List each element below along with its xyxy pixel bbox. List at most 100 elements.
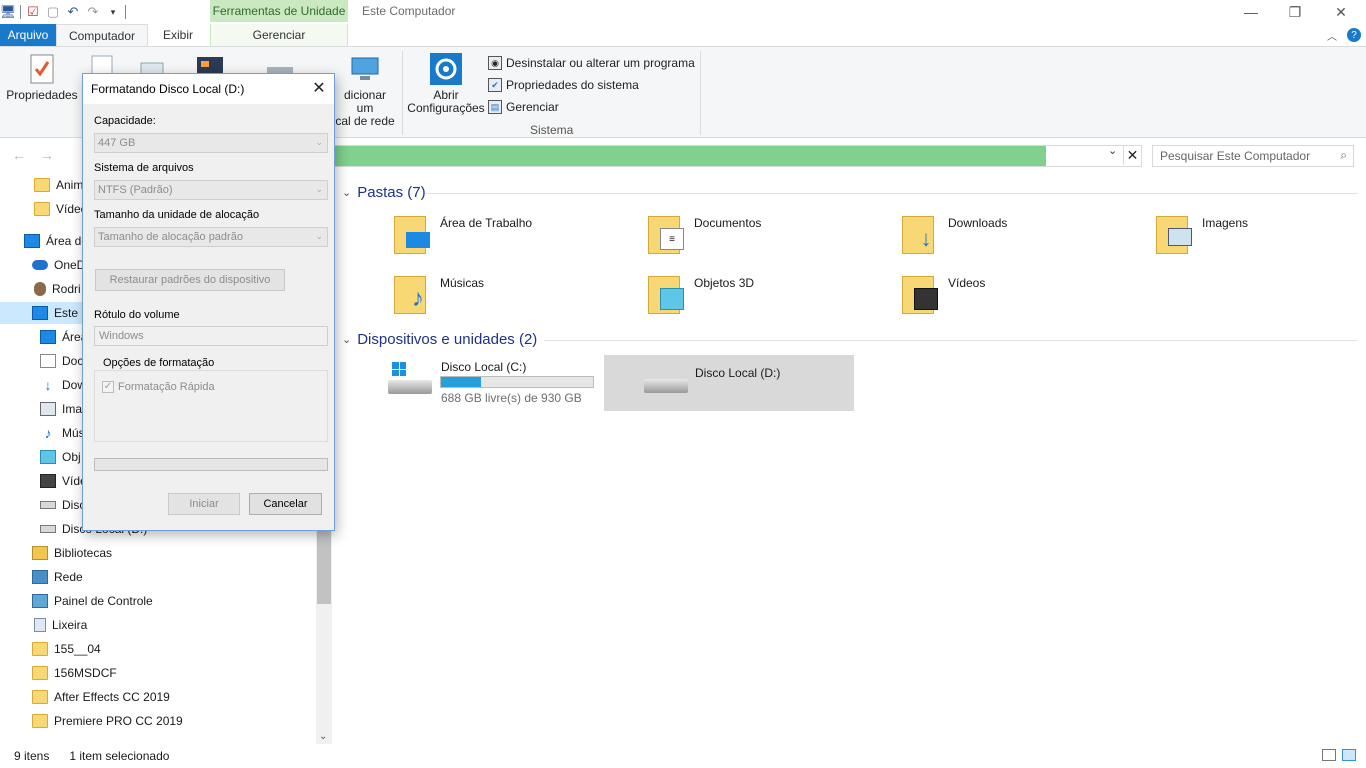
chevron-down-icon: ⌄ xyxy=(315,137,323,147)
folder-icon xyxy=(34,202,50,216)
nav-item-desktop[interactable]: Área xyxy=(40,326,87,348)
nav-item-disk-c[interactable]: Disc xyxy=(40,494,85,516)
address-dropdown-icon[interactable]: ⌄ xyxy=(1108,144,1117,157)
scrollbar-thumb[interactable] xyxy=(317,522,331,604)
close-icon[interactable]: ✕ xyxy=(310,79,328,97)
network-location-icon xyxy=(349,53,381,85)
devices-header-label: Dispositivos e unidades (2) xyxy=(357,330,538,348)
nav-item-label: OneD xyxy=(54,258,86,272)
nav-item-label: Premiere PRO CC 2019 xyxy=(54,714,183,728)
address-bar[interactable] xyxy=(334,145,1142,167)
nav-item-3d-objects[interactable]: Obj xyxy=(40,446,81,468)
nav-item-user[interactable]: Rodri xyxy=(34,278,81,300)
properties-check-icon[interactable]: ☑ xyxy=(25,4,41,20)
search-box[interactable]: ⌕ xyxy=(1152,145,1354,167)
folder-icon: ↓ xyxy=(902,210,940,254)
tab-computer[interactable]: Computador xyxy=(56,24,148,46)
volume-label-input[interactable]: Windows xyxy=(94,326,328,346)
nav-item-desktop-root[interactable]: Área de xyxy=(24,230,88,252)
nav-item-animations[interactable]: Anim xyxy=(34,174,83,196)
cube-icon xyxy=(40,450,56,464)
folder-label: Documentos xyxy=(694,216,762,230)
film-icon xyxy=(40,474,56,488)
folders-section-header[interactable]: ⌄ Pastas (7) xyxy=(342,182,426,202)
nav-item-videos[interactable]: Víde xyxy=(40,470,87,492)
manage-button[interactable]: ▤ Gerenciar xyxy=(488,97,559,117)
forward-arrow-icon[interactable]: → xyxy=(40,147,54,163)
folder-tile-desktop[interactable]: Área de Trabalho xyxy=(394,210,532,264)
allocation-value: Tamanho de alocação padrão xyxy=(98,231,243,243)
folder-tile-pictures[interactable]: Imagens xyxy=(1156,210,1248,264)
customize-toolbar-icon[interactable]: ▾ xyxy=(105,4,121,20)
folder-icon xyxy=(32,666,48,680)
restore-defaults-button[interactable]: Restaurar padrões do dispositivo xyxy=(95,269,285,291)
allocation-label: Tamanho da unidade de alocação xyxy=(94,209,260,221)
uninstall-program-button[interactable]: ◉ Desinstalar ou alterar um programa xyxy=(488,53,695,73)
help-icon[interactable]: ? xyxy=(1346,24,1362,46)
nav-item-premiere[interactable]: Premiere PRO CC 2019 xyxy=(32,710,183,732)
back-arrow-icon[interactable]: ← xyxy=(12,147,26,163)
tiles-view-icon[interactable] xyxy=(1342,749,1356,761)
nav-item-control-panel[interactable]: Painel de Controle xyxy=(32,590,153,612)
nav-item-folder-155[interactable]: 155__04 xyxy=(32,638,101,660)
file-system-select[interactable]: NTFS (Padrão) ⌄ xyxy=(94,180,328,200)
undo-icon[interactable]: ↶ xyxy=(65,4,81,20)
nav-item-after-effects[interactable]: After Effects CC 2019 xyxy=(32,686,170,708)
folder-tile-3d-objects[interactable]: Objetos 3D xyxy=(648,270,754,324)
capacity-select[interactable]: 447 GB ⌄ xyxy=(94,133,328,153)
close-window-button[interactable]: ✕ xyxy=(1318,0,1364,24)
tab-manage[interactable]: Gerenciar xyxy=(210,24,348,46)
drive-tile-d[interactable]: Disco Local (D:) xyxy=(604,355,854,411)
add-network-location-button[interactable]: dicionar um cal de rede xyxy=(334,53,396,128)
open-settings-button[interactable]: Abrir Configurações xyxy=(406,53,486,115)
properties-button[interactable]: Propriedades xyxy=(6,53,78,102)
nav-item-recycle-bin[interactable]: Lixeira xyxy=(34,614,87,636)
restore-button[interactable]: ❐ xyxy=(1272,0,1318,24)
devices-section-header[interactable]: ⌄ Dispositivos e unidades (2) xyxy=(342,329,537,349)
folder-tile-downloads[interactable]: ↓ Downloads xyxy=(902,210,1007,264)
ribbon-group-divider xyxy=(700,51,701,135)
view-switcher xyxy=(1322,749,1356,761)
cancel-button[interactable]: Cancelar xyxy=(249,493,322,515)
details-view-icon[interactable] xyxy=(1322,749,1336,761)
nav-item-network[interactable]: Rede xyxy=(32,566,83,588)
new-folder-icon[interactable]: ▢ xyxy=(45,4,61,20)
nav-item-onedrive[interactable]: OneD xyxy=(32,254,85,276)
folders-header-label: Pastas (7) xyxy=(357,183,426,201)
stop-loading-icon[interactable]: ✕ xyxy=(1123,145,1141,165)
tab-file[interactable]: Arquivo xyxy=(0,24,56,46)
system-properties-button[interactable]: ✔ Propriedades do sistema xyxy=(488,75,639,95)
nav-item-libraries[interactable]: Bibliotecas xyxy=(32,542,112,564)
folder-tile-documents[interactable]: ≡ Documentos xyxy=(648,210,761,264)
nav-item-folder-156[interactable]: 156MSDCF xyxy=(32,662,117,684)
folder-label: Área de Trabalho xyxy=(440,216,533,230)
nav-item-downloads[interactable]: ↓ Dow xyxy=(40,374,87,396)
start-button[interactable]: Iniciar xyxy=(168,493,240,515)
folder-tile-videos[interactable]: Vídeos xyxy=(902,270,985,324)
folder-tile-music[interactable]: ♪ Músicas xyxy=(394,270,484,324)
system-properties-icon: ✔ xyxy=(488,78,502,92)
drive-label: Disco Local (D:) xyxy=(695,366,781,380)
drive-tools-context-tab[interactable]: Ferramentas de Unidade xyxy=(210,0,348,22)
folder-icon xyxy=(32,714,48,728)
nav-item-music[interactable]: ♪ Mús xyxy=(40,422,85,444)
allocation-select[interactable]: Tamanho de alocação padrão ⌄ xyxy=(94,227,328,247)
minimize-button[interactable]: — xyxy=(1228,0,1274,24)
tab-view[interactable]: Exibir xyxy=(150,24,206,46)
folder-icon xyxy=(902,270,940,314)
minimize-ribbon-icon[interactable]: ︿ xyxy=(1322,24,1342,46)
volume-label-caption: Rótulo do volume xyxy=(94,309,180,321)
search-icon[interactable]: ⌕ xyxy=(1340,148,1347,163)
search-input[interactable] xyxy=(1153,146,1323,166)
scroll-down-icon[interactable]: ⌄ xyxy=(319,731,327,742)
quick-format-checkbox[interactable]: ✓ Formatação Rápida xyxy=(102,381,215,393)
nav-item-videos-pinned[interactable]: Vídeo xyxy=(34,198,87,220)
nav-item-pictures[interactable]: Ima xyxy=(40,398,82,420)
nav-item-documents[interactable]: Doc xyxy=(40,350,83,372)
toolbar-divider xyxy=(20,5,21,19)
computer-icon[interactable]: 🖥 xyxy=(0,4,16,20)
toolbar-divider xyxy=(125,5,126,19)
capacity-value: 447 GB xyxy=(98,137,136,149)
drive-tile-c[interactable]: Disco Local (C:) 688 GB livre(s) de 930 … xyxy=(386,356,600,412)
redo-icon[interactable]: ↷ xyxy=(85,4,101,20)
